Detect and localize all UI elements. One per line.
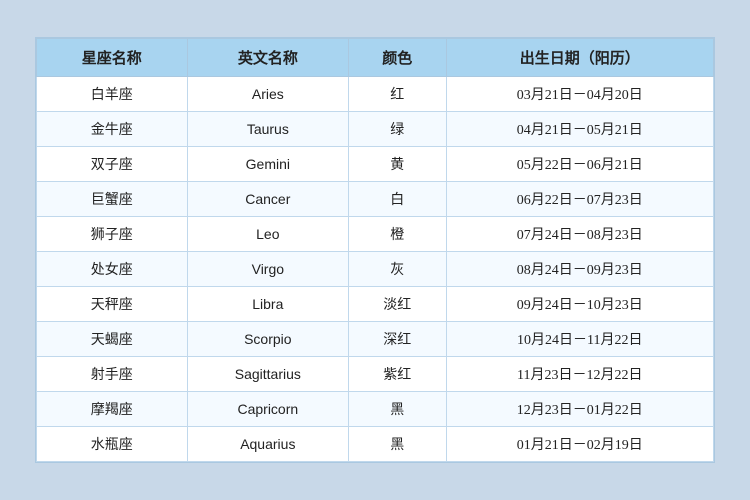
table-row: 双子座Gemini黄05月22日－06月21日 <box>37 147 714 182</box>
cell-color: 绿 <box>349 112 446 147</box>
cell-color: 深红 <box>349 322 446 357</box>
zodiac-table-container: 星座名称 英文名称 颜色 出生日期（阳历） 白羊座Aries红03月21日－04… <box>35 37 715 463</box>
cell-dates: 08月24日－09月23日 <box>446 252 713 287</box>
cell-english-name: Taurus <box>187 112 348 147</box>
cell-dates: 05月22日－06月21日 <box>446 147 713 182</box>
zodiac-table: 星座名称 英文名称 颜色 出生日期（阳历） 白羊座Aries红03月21日－04… <box>36 38 714 462</box>
table-row: 摩羯座Capricorn黑12月23日－01月22日 <box>37 392 714 427</box>
cell-chinese-name: 巨蟹座 <box>37 182 188 217</box>
table-row: 金牛座Taurus绿04月21日－05月21日 <box>37 112 714 147</box>
table-header-row: 星座名称 英文名称 颜色 出生日期（阳历） <box>37 39 714 77</box>
cell-color: 黑 <box>349 392 446 427</box>
cell-color: 淡红 <box>349 287 446 322</box>
cell-dates: 01月21日－02月19日 <box>446 427 713 462</box>
cell-english-name: Cancer <box>187 182 348 217</box>
cell-color: 红 <box>349 77 446 112</box>
cell-color: 紫红 <box>349 357 446 392</box>
cell-english-name: Gemini <box>187 147 348 182</box>
cell-english-name: Capricorn <box>187 392 348 427</box>
cell-dates: 12月23日－01月22日 <box>446 392 713 427</box>
cell-dates: 04月21日－05月21日 <box>446 112 713 147</box>
header-dates: 出生日期（阳历） <box>446 39 713 77</box>
cell-english-name: Leo <box>187 217 348 252</box>
cell-chinese-name: 摩羯座 <box>37 392 188 427</box>
cell-dates: 03月21日－04月20日 <box>446 77 713 112</box>
cell-chinese-name: 天蝎座 <box>37 322 188 357</box>
table-row: 天秤座Libra淡红09月24日－10月23日 <box>37 287 714 322</box>
cell-chinese-name: 狮子座 <box>37 217 188 252</box>
table-row: 狮子座Leo橙07月24日－08月23日 <box>37 217 714 252</box>
cell-chinese-name: 金牛座 <box>37 112 188 147</box>
cell-dates: 06月22日－07月23日 <box>446 182 713 217</box>
cell-chinese-name: 双子座 <box>37 147 188 182</box>
header-chinese-name: 星座名称 <box>37 39 188 77</box>
header-english-name: 英文名称 <box>187 39 348 77</box>
table-row: 水瓶座Aquarius黑01月21日－02月19日 <box>37 427 714 462</box>
cell-dates: 11月23日－12月22日 <box>446 357 713 392</box>
cell-english-name: Aries <box>187 77 348 112</box>
cell-color: 黄 <box>349 147 446 182</box>
cell-color: 白 <box>349 182 446 217</box>
cell-chinese-name: 射手座 <box>37 357 188 392</box>
table-row: 白羊座Aries红03月21日－04月20日 <box>37 77 714 112</box>
cell-chinese-name: 处女座 <box>37 252 188 287</box>
cell-dates: 09月24日－10月23日 <box>446 287 713 322</box>
cell-color: 黑 <box>349 427 446 462</box>
cell-chinese-name: 水瓶座 <box>37 427 188 462</box>
table-row: 巨蟹座Cancer白06月22日－07月23日 <box>37 182 714 217</box>
cell-color: 橙 <box>349 217 446 252</box>
header-color: 颜色 <box>349 39 446 77</box>
table-row: 射手座Sagittarius紫红11月23日－12月22日 <box>37 357 714 392</box>
table-row: 天蝎座Scorpio深红10月24日－11月22日 <box>37 322 714 357</box>
cell-chinese-name: 天秤座 <box>37 287 188 322</box>
cell-dates: 07月24日－08月23日 <box>446 217 713 252</box>
cell-english-name: Sagittarius <box>187 357 348 392</box>
cell-color: 灰 <box>349 252 446 287</box>
cell-english-name: Scorpio <box>187 322 348 357</box>
cell-chinese-name: 白羊座 <box>37 77 188 112</box>
cell-english-name: Libra <box>187 287 348 322</box>
cell-english-name: Aquarius <box>187 427 348 462</box>
cell-english-name: Virgo <box>187 252 348 287</box>
cell-dates: 10月24日－11月22日 <box>446 322 713 357</box>
table-row: 处女座Virgo灰08月24日－09月23日 <box>37 252 714 287</box>
